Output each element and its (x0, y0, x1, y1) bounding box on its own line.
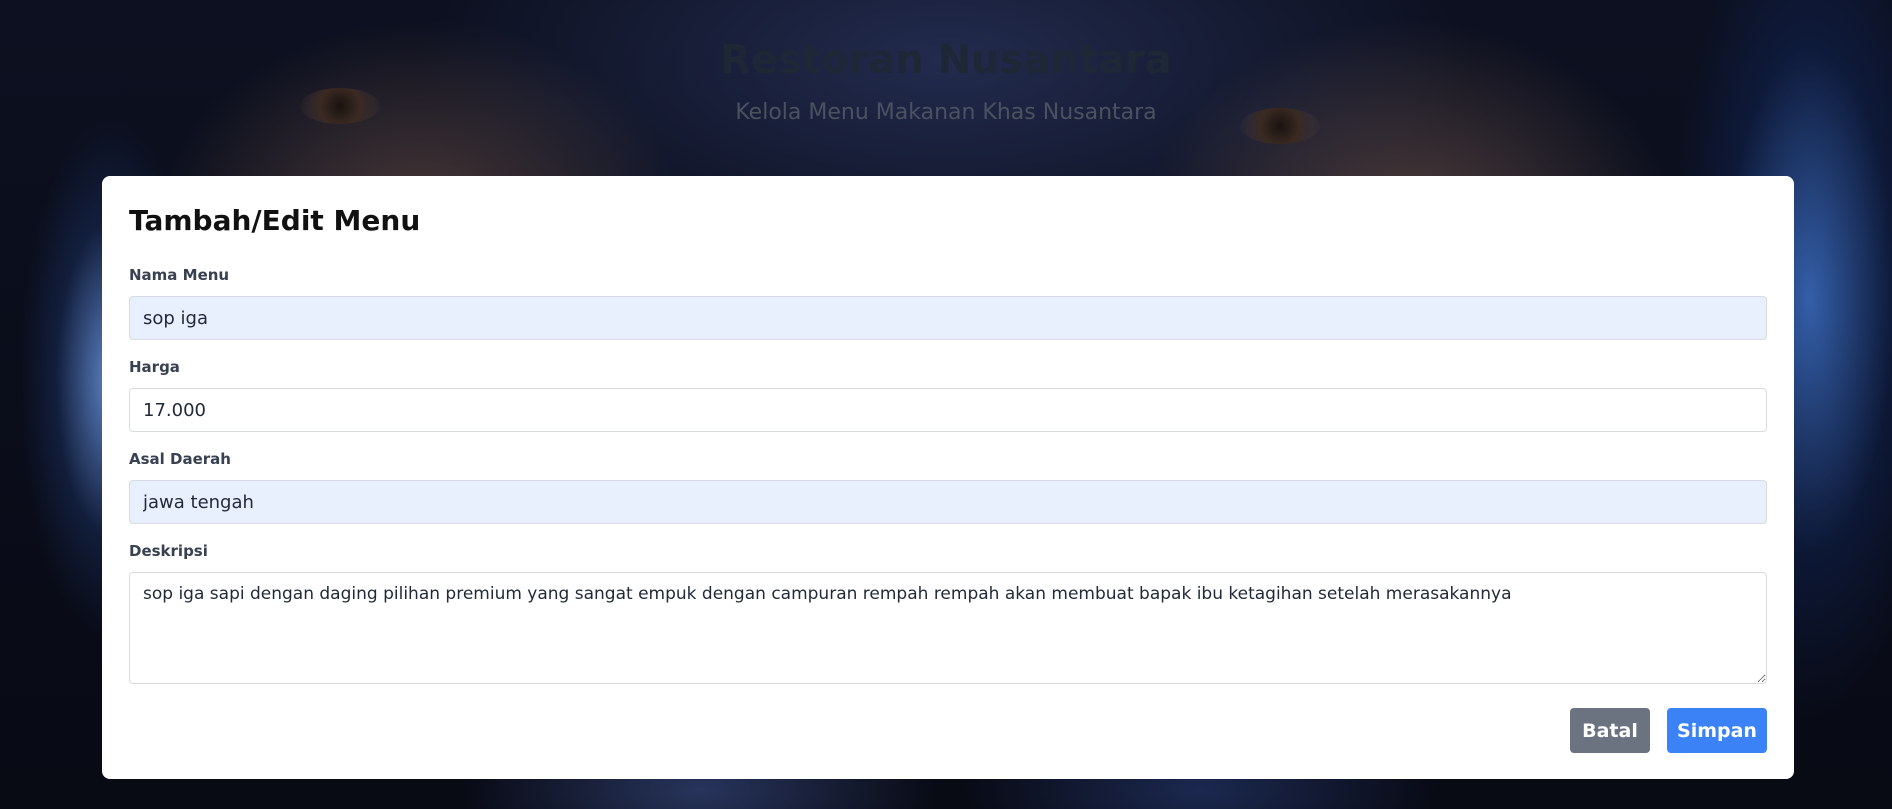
deskripsi-textarea[interactable]: sop iga sapi dengan daging pilihan premi… (129, 572, 1767, 684)
harga-label: Harga (129, 358, 180, 376)
page-header: Restoran Nusantara Kelola Menu Makanan K… (0, 30, 1892, 125)
nama-menu-label: Nama Menu (129, 266, 230, 284)
harga-input[interactable] (129, 388, 1767, 432)
menu-form-card: Tambah/Edit Menu Nama Menu Harga Asal Da… (102, 176, 1794, 779)
cancel-button[interactable]: Batal (1570, 708, 1650, 753)
form-title: Tambah/Edit Menu (129, 204, 421, 237)
page-subtitle: Kelola Menu Makanan Khas Nusantara (735, 100, 1157, 125)
save-button[interactable]: Simpan (1667, 708, 1767, 753)
page-title: Restoran Nusantara (720, 37, 1172, 83)
deskripsi-label: Deskripsi (129, 542, 208, 560)
asal-daerah-input[interactable] (129, 480, 1767, 524)
nama-menu-input[interactable] (129, 296, 1767, 340)
asal-daerah-label: Asal Daerah (129, 450, 231, 468)
